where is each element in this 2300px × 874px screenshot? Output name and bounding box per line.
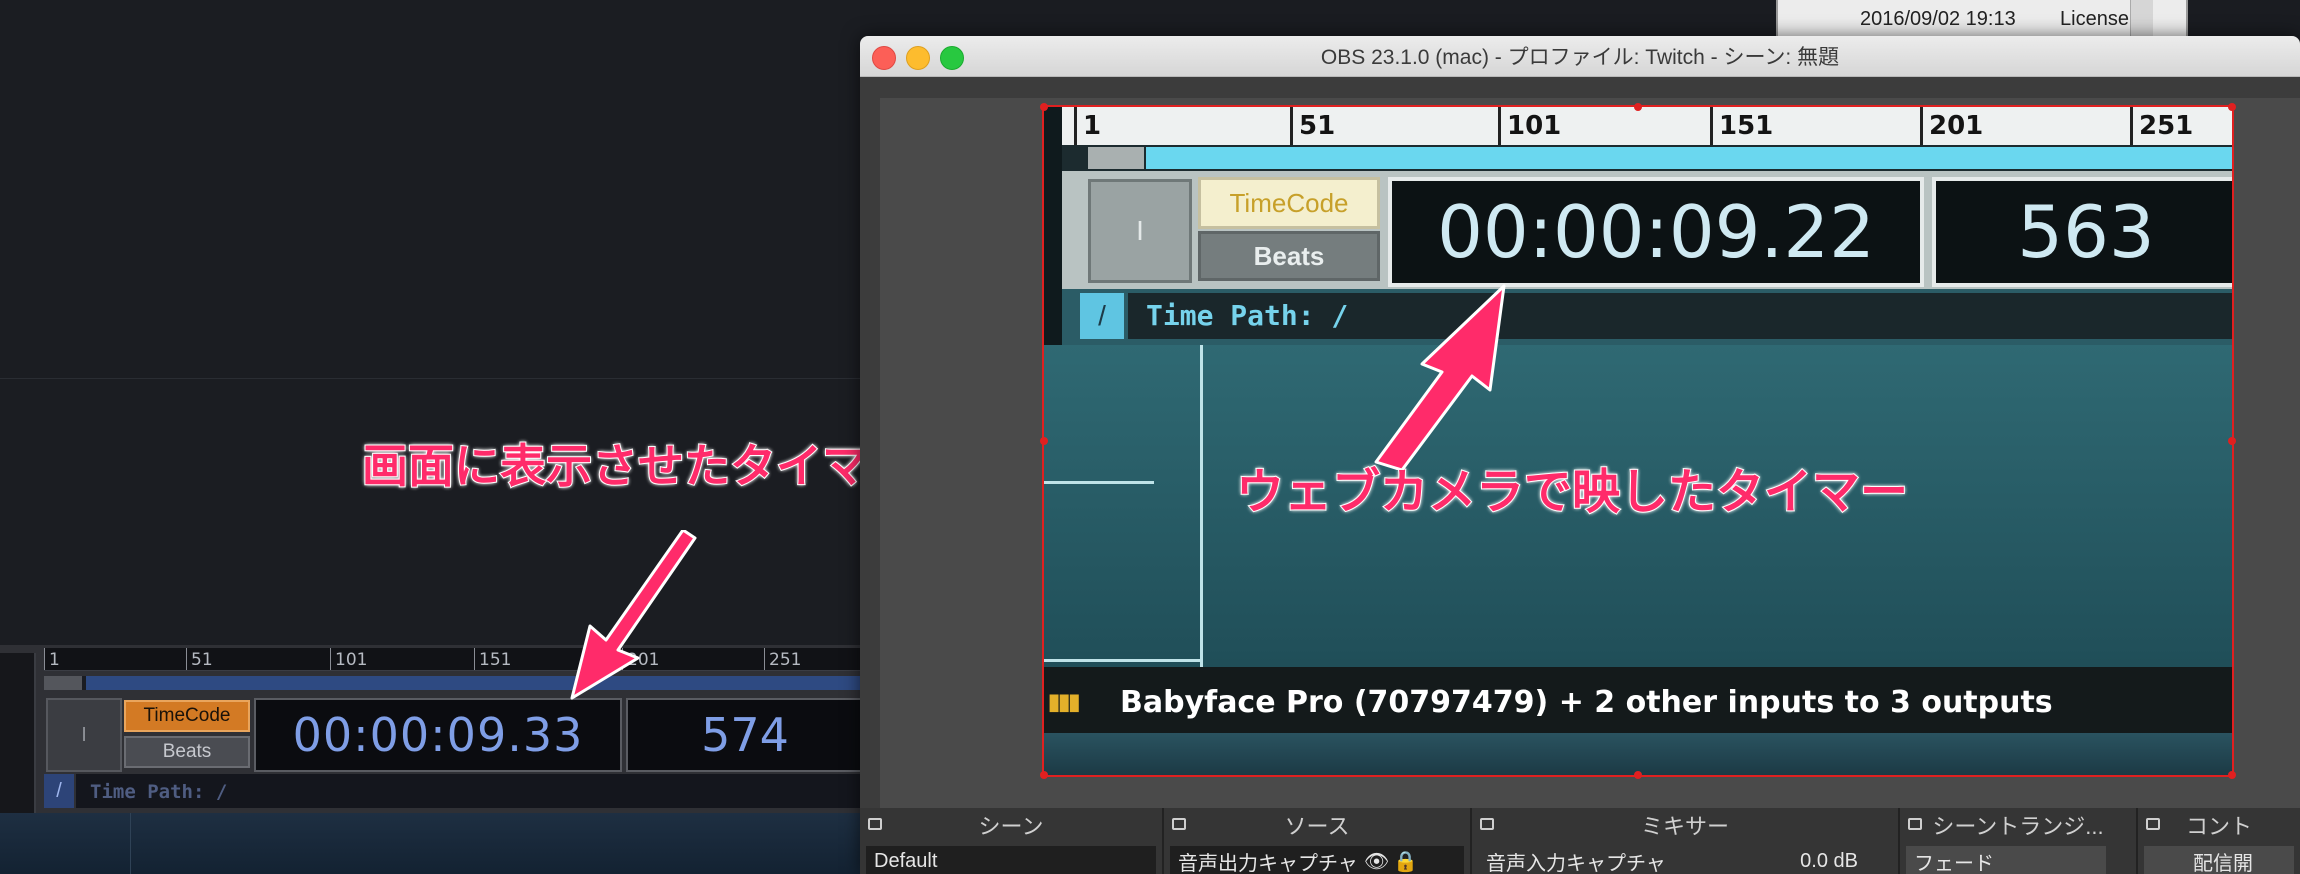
ruler-tick: 251 bbox=[764, 648, 801, 670]
time-path-label: Time Path: / bbox=[90, 781, 228, 803]
webcam-ruler-tick-label: 251 bbox=[2139, 111, 2194, 141]
webcam-ruler-tick: 1 bbox=[1074, 107, 1101, 145]
ruler-tick-label: 151 bbox=[479, 650, 512, 670]
webcam-path-slash: / bbox=[1080, 293, 1124, 339]
scene-item[interactable]: Default bbox=[866, 846, 1156, 874]
mixer-level-readout: 0.0 dB bbox=[1800, 849, 1858, 872]
webcam-ruler-tick-label: 101 bbox=[1507, 111, 1562, 141]
transform-handle[interactable] bbox=[1040, 437, 1048, 445]
controls-panel: コント 配信開 bbox=[2138, 808, 2300, 874]
ruler-tick: 101 bbox=[330, 648, 367, 670]
panel-left-edge bbox=[0, 653, 36, 813]
ruler-tick: 151 bbox=[474, 648, 511, 670]
bottom-network-strip bbox=[0, 813, 860, 874]
webcam-node-line bbox=[1044, 659, 1200, 662]
webcam-ruler-tick-label: 1 bbox=[1083, 111, 1102, 141]
transitions-panel-title: シーントランジ... bbox=[1932, 814, 2104, 839]
timecode-mode-label: TimeCode bbox=[143, 705, 231, 726]
scenes-panel: シーン Default bbox=[860, 808, 1164, 874]
webcam-ruler-tick-label: 51 bbox=[1299, 111, 1336, 141]
source-item-label: 音声出力キャプチャ bbox=[1178, 852, 1358, 874]
transform-handle[interactable] bbox=[2228, 771, 2236, 779]
beats-mode-label: Beats bbox=[162, 741, 212, 762]
ruler-tick: 1 bbox=[44, 648, 60, 670]
divider bbox=[130, 813, 131, 874]
background-scrollbar[interactable] bbox=[2130, 0, 2153, 36]
transform-handle[interactable] bbox=[1634, 103, 1642, 111]
webcam-source[interactable]: 1 51 101 151 201 251 I TimeCode Beats 00… bbox=[1042, 105, 2234, 777]
webcam-timeline-ruler: 1 51 101 151 201 251 bbox=[1044, 107, 2232, 145]
webcam-ruler-tick: 251 bbox=[2130, 107, 2193, 145]
webcam-beats-display: 563 bbox=[1932, 177, 2232, 287]
ruler-tick-label: 51 bbox=[191, 650, 213, 670]
annotation-arrow-right bbox=[1374, 284, 1506, 470]
sources-panel-title: ソース bbox=[1284, 814, 1350, 839]
webcam-ruler-tick-label: 151 bbox=[1719, 111, 1774, 141]
webcam-cursor-box: I bbox=[1088, 179, 1192, 283]
mixer-channel: 音声入力キャプチャ 0.0 dB bbox=[1478, 846, 1888, 874]
webcam-ruler-tick: 151 bbox=[1710, 107, 1773, 145]
transform-handle[interactable] bbox=[2228, 437, 2236, 445]
source-item[interactable]: 音声出力キャプチャ 👁 🔒 bbox=[1170, 846, 1464, 874]
webcam-bottom-strip bbox=[1044, 733, 2232, 775]
webcam-audio-status: Babyface Pro (70797479) + 2 other inputs… bbox=[1120, 685, 2053, 720]
ruler-tick: 51 bbox=[186, 648, 213, 670]
timecode-mode-button[interactable]: TimeCode bbox=[124, 700, 250, 732]
ruler-tick-label: 251 bbox=[769, 650, 802, 670]
mixer-channel-label: 音声入力キャプチャ bbox=[1486, 852, 1666, 874]
annotation-arrow-left bbox=[570, 530, 697, 700]
webcam-left-edge bbox=[1044, 107, 1062, 345]
webcam-node-line bbox=[1200, 345, 1203, 671]
divider bbox=[0, 378, 860, 379]
webcam-meter-dots: ▮▮▮ bbox=[1048, 689, 1080, 714]
webcam-path-label: Time Path: / bbox=[1146, 299, 1349, 332]
webcam-timecode-label: TimeCode bbox=[1198, 177, 1380, 229]
webcam-ruler-tick-label: 201 bbox=[1929, 111, 1984, 141]
webcam-beats-label: Beats bbox=[1198, 231, 1380, 281]
webcam-scrub-handle bbox=[1088, 147, 1144, 169]
webcam-range-bar bbox=[1146, 147, 2232, 169]
webcam-timecode-display: 00:00:09.22 bbox=[1388, 177, 1924, 287]
background-datetime: 2016/09/02 19:13 bbox=[1860, 8, 2016, 30]
controls-panel-title: コント bbox=[2185, 814, 2252, 839]
annotation-webcam-timer: ウェブカメラで映したタイマー bbox=[1235, 463, 1909, 521]
timeline-scrub-handle[interactable] bbox=[44, 676, 82, 690]
mixer-panel-title: ミキサー bbox=[1640, 814, 1729, 839]
mixer-panel: ミキサー 音声入力キャプチャ 0.0 dB bbox=[1472, 808, 1900, 874]
annotation-screen-timer: 画面に表示させたタイマー bbox=[361, 438, 915, 494]
webcam-ruler-tick: 101 bbox=[1498, 107, 1561, 145]
transform-handle[interactable] bbox=[1634, 771, 1642, 779]
transform-handle[interactable] bbox=[2228, 103, 2236, 111]
sources-panel: ソース 音声出力キャプチャ 👁 🔒 bbox=[1164, 808, 1472, 874]
timeline-range-bar[interactable] bbox=[86, 676, 860, 690]
cursor-label: I bbox=[81, 723, 87, 746]
ruler-tick-label: 1 bbox=[49, 650, 60, 670]
obs-window: OBS 23.1.0 (mac) - プロファイル: Twitch - シーン:… bbox=[860, 36, 2300, 874]
scenes-panel-title: シーン bbox=[978, 814, 1044, 839]
webcam-node-line bbox=[1044, 481, 1154, 484]
background-license-label: License bbox=[2060, 8, 2129, 30]
time-path-slash-button[interactable]: / bbox=[44, 774, 74, 808]
ruler-tick-label: 101 bbox=[335, 650, 368, 670]
timeline-ruler[interactable]: 1 51 101 151 201 251 bbox=[44, 648, 860, 671]
transitions-panel: シーントランジ... フェード bbox=[1900, 808, 2138, 874]
obs-window-title: OBS 23.1.0 (mac) - プロファイル: Twitch - シーン:… bbox=[1320, 46, 1840, 69]
lock-icon[interactable]: 🔒 bbox=[1393, 849, 1418, 874]
transform-handle[interactable] bbox=[1040, 103, 1048, 111]
webcam-ruler-tick: 51 bbox=[1290, 107, 1335, 145]
playhead-cursor-button[interactable]: I bbox=[46, 698, 122, 772]
transition-select[interactable]: フェード bbox=[1906, 846, 2106, 874]
beats-mode-button[interactable]: Beats bbox=[124, 736, 250, 768]
transform-handle[interactable] bbox=[1040, 771, 1048, 779]
eye-icon[interactable]: 👁 bbox=[1364, 849, 1389, 874]
start-streaming-button[interactable]: 配信開 bbox=[2144, 846, 2294, 874]
webcam-ruler-tick: 201 bbox=[1920, 107, 1983, 145]
